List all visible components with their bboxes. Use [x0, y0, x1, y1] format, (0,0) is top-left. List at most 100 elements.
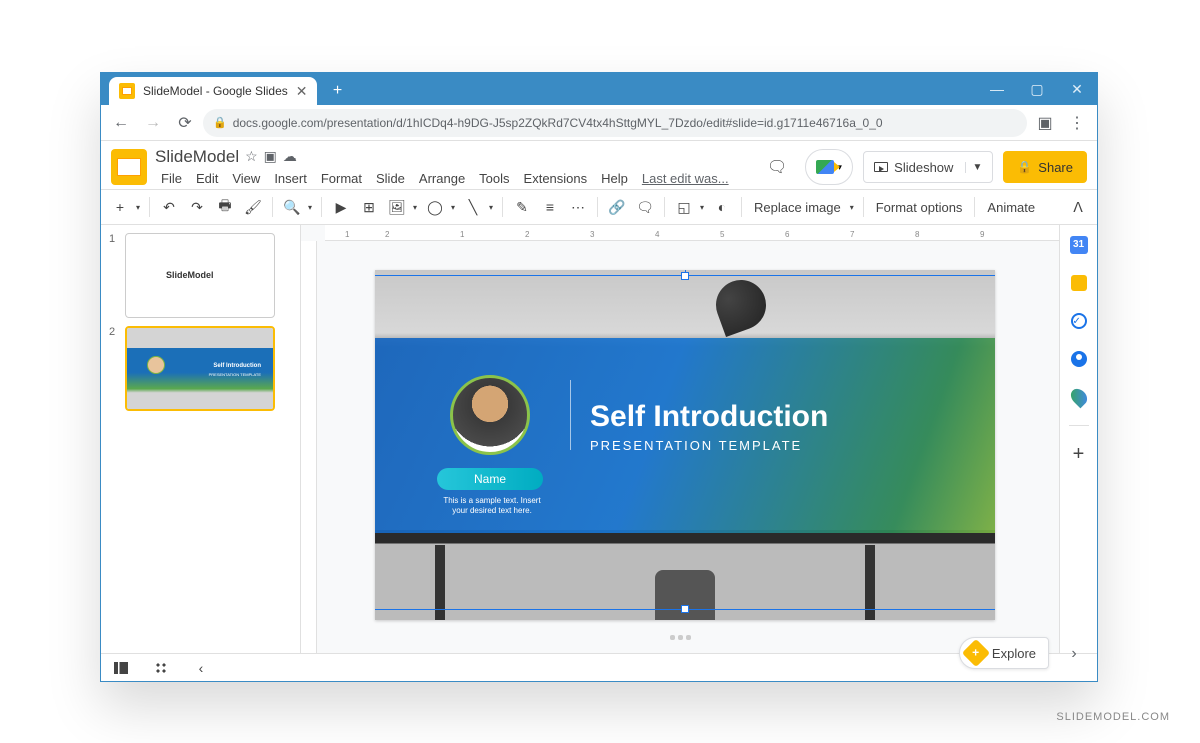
menu-tools[interactable]: Tools [473, 169, 515, 188]
meet-button[interactable]: ▾ [805, 149, 853, 185]
window-close-button[interactable]: ✕ [1057, 73, 1097, 105]
slide-thumbnail-1[interactable]: SlideModel [125, 233, 275, 318]
selection-box[interactable] [375, 275, 995, 610]
get-addons-button[interactable]: + [1069, 444, 1089, 464]
keep-icon[interactable] [1069, 273, 1089, 293]
tasks-icon[interactable]: ✓ [1069, 311, 1089, 331]
menu-view[interactable]: View [226, 169, 266, 188]
nav-back-button[interactable]: ← [107, 109, 135, 137]
zoom-caret[interactable]: ▾ [305, 194, 315, 220]
border-color-button[interactable]: ✎ [509, 194, 535, 220]
toolbar-separator [863, 197, 864, 217]
comment-button[interactable]: 🗨 [632, 194, 658, 220]
menu-arrange[interactable]: Arrange [413, 169, 471, 188]
canvas-area[interactable]: 1 2 1 2 3 4 5 6 7 8 9 Na [301, 225, 1059, 653]
redo-button[interactable]: ↷ [184, 194, 210, 220]
toolbar-separator [597, 197, 598, 217]
replace-image-caret[interactable]: ▾ [847, 194, 857, 220]
comments-button[interactable]: 🗨 [759, 151, 795, 183]
select-tool[interactable]: ▶ [328, 194, 354, 220]
undo-button[interactable]: ↶ [156, 194, 182, 220]
filmstrip-view-button[interactable] [111, 658, 131, 678]
menu-insert[interactable]: Insert [268, 169, 313, 188]
collapse-toolbar-button[interactable]: ᐱ [1065, 194, 1091, 220]
slide-canvas[interactable]: Name This is a sample text. Insert your … [375, 270, 995, 620]
slideshow-button[interactable]: Slideshow ▼ [863, 151, 993, 183]
shape-tool[interactable]: ◯ [422, 194, 448, 220]
side-panel: 31 ✓ + [1059, 225, 1097, 653]
toolbar-separator [664, 197, 665, 217]
explore-icon [962, 639, 990, 667]
menubar: File Edit View Insert Format Slide Arran… [155, 169, 751, 188]
menu-edit[interactable]: Edit [190, 169, 224, 188]
line-tool[interactable]: ╲ [460, 194, 486, 220]
crop-button[interactable]: ◱ [671, 194, 697, 220]
tab-title: SlideModel - Google Slides [143, 84, 288, 98]
replace-image-button[interactable]: Replace image [748, 200, 847, 215]
maps-icon[interactable] [1069, 387, 1089, 407]
slide-thumbnails-panel: 1 SlideModel 2 Self Introduction PRESENT… [101, 225, 301, 653]
textbox-tool[interactable]: ⊞ [356, 194, 382, 220]
toolbar-separator [974, 197, 975, 217]
menu-slide[interactable]: Slide [370, 169, 411, 188]
panel-separator [1069, 425, 1089, 426]
zoom-button[interactable]: 🔍 [279, 194, 305, 220]
print-button[interactable]: 🖶 [212, 194, 238, 220]
grid-view-button[interactable] [151, 658, 171, 678]
browser-titlebar: SlideModel - Google Slides ✕ + — ▢ ✕ [101, 73, 1097, 105]
move-icon[interactable]: ▣ [264, 148, 277, 165]
contacts-icon[interactable] [1069, 349, 1089, 369]
nav-forward-button: → [139, 109, 167, 137]
explore-button[interactable]: Explore [959, 637, 1049, 669]
new-slide-caret[interactable]: ▾ [133, 194, 143, 220]
calendar-icon[interactable]: 31 [1069, 235, 1089, 255]
browser-menu-button[interactable]: ⋮ [1063, 109, 1091, 137]
tab-close-icon[interactable]: ✕ [296, 83, 308, 100]
slides-logo-icon[interactable] [111, 149, 147, 185]
resize-handle-bc[interactable] [681, 605, 689, 613]
cloud-status-icon[interactable]: ☁ [283, 148, 297, 165]
document-title[interactable]: SlideModel [155, 147, 239, 167]
menu-extensions[interactable]: Extensions [518, 169, 594, 188]
image-caret[interactable]: ▾ [410, 194, 420, 220]
side-panel-toggle[interactable]: › [1061, 641, 1087, 667]
collapse-filmstrip-button[interactable]: ‹ [191, 658, 211, 678]
shape-caret[interactable]: ▾ [448, 194, 458, 220]
browser-tab[interactable]: SlideModel - Google Slides ✕ [109, 77, 317, 105]
resize-handle-tc[interactable] [681, 272, 689, 280]
url-text: docs.google.com/presentation/d/1hICDq4-h… [233, 116, 883, 130]
image-tool[interactable]: 🖼 [384, 194, 410, 220]
paint-format-button[interactable]: 🖌 [240, 194, 266, 220]
border-weight-button[interactable]: ≡ [537, 194, 563, 220]
crop-caret[interactable]: ▾ [697, 194, 707, 220]
link-button[interactable]: 🔗 [604, 194, 630, 220]
menu-file[interactable]: File [155, 169, 188, 188]
toolbar-separator [272, 197, 273, 217]
toolbar-separator [741, 197, 742, 217]
slides-favicon-icon [119, 83, 135, 99]
attribution-text: SLIDEMODEL.COM [1056, 711, 1170, 723]
slide-thumbnail-2[interactable]: Self Introduction PRESENTATION TEMPLATE [125, 326, 275, 411]
format-options-button[interactable]: Format options [870, 200, 969, 215]
animate-button[interactable]: Animate [981, 200, 1041, 215]
lock-icon: 🔒 [213, 116, 227, 129]
menu-help[interactable]: Help [595, 169, 634, 188]
window-maximize-button[interactable]: ▢ [1017, 73, 1057, 105]
last-edit-link[interactable]: Last edit was... [636, 169, 735, 188]
slideshow-caret-icon[interactable]: ▼ [965, 162, 982, 173]
nav-reload-button[interactable]: ⟳ [171, 109, 199, 137]
menu-format[interactable]: Format [315, 169, 368, 188]
window-minimize-button[interactable]: — [977, 73, 1017, 105]
toolbar: + ▾ ↶ ↷ 🖶 🖌 🔍 ▾ ▶ ⊞ 🖼 ▾ ◯ ▾ ╲ ▾ ✎ ≡ ⋯ 🔗 … [101, 189, 1097, 225]
share-button[interactable]: 🔒 Share [1003, 151, 1087, 183]
border-dash-button[interactable]: ⋯ [565, 194, 591, 220]
line-caret[interactable]: ▾ [486, 194, 496, 220]
new-tab-button[interactable]: + [323, 77, 351, 105]
star-icon[interactable]: ☆ [245, 148, 258, 165]
url-input[interactable]: 🔒 docs.google.com/presentation/d/1hICDq4… [203, 109, 1027, 137]
mask-button[interactable]: ◐ [709, 194, 735, 220]
extensions-button[interactable]: ▣ [1031, 109, 1059, 137]
new-slide-button[interactable]: + [107, 194, 133, 220]
meet-icon [816, 160, 834, 174]
workspace: 1 SlideModel 2 Self Introduction PRESENT… [101, 225, 1097, 653]
